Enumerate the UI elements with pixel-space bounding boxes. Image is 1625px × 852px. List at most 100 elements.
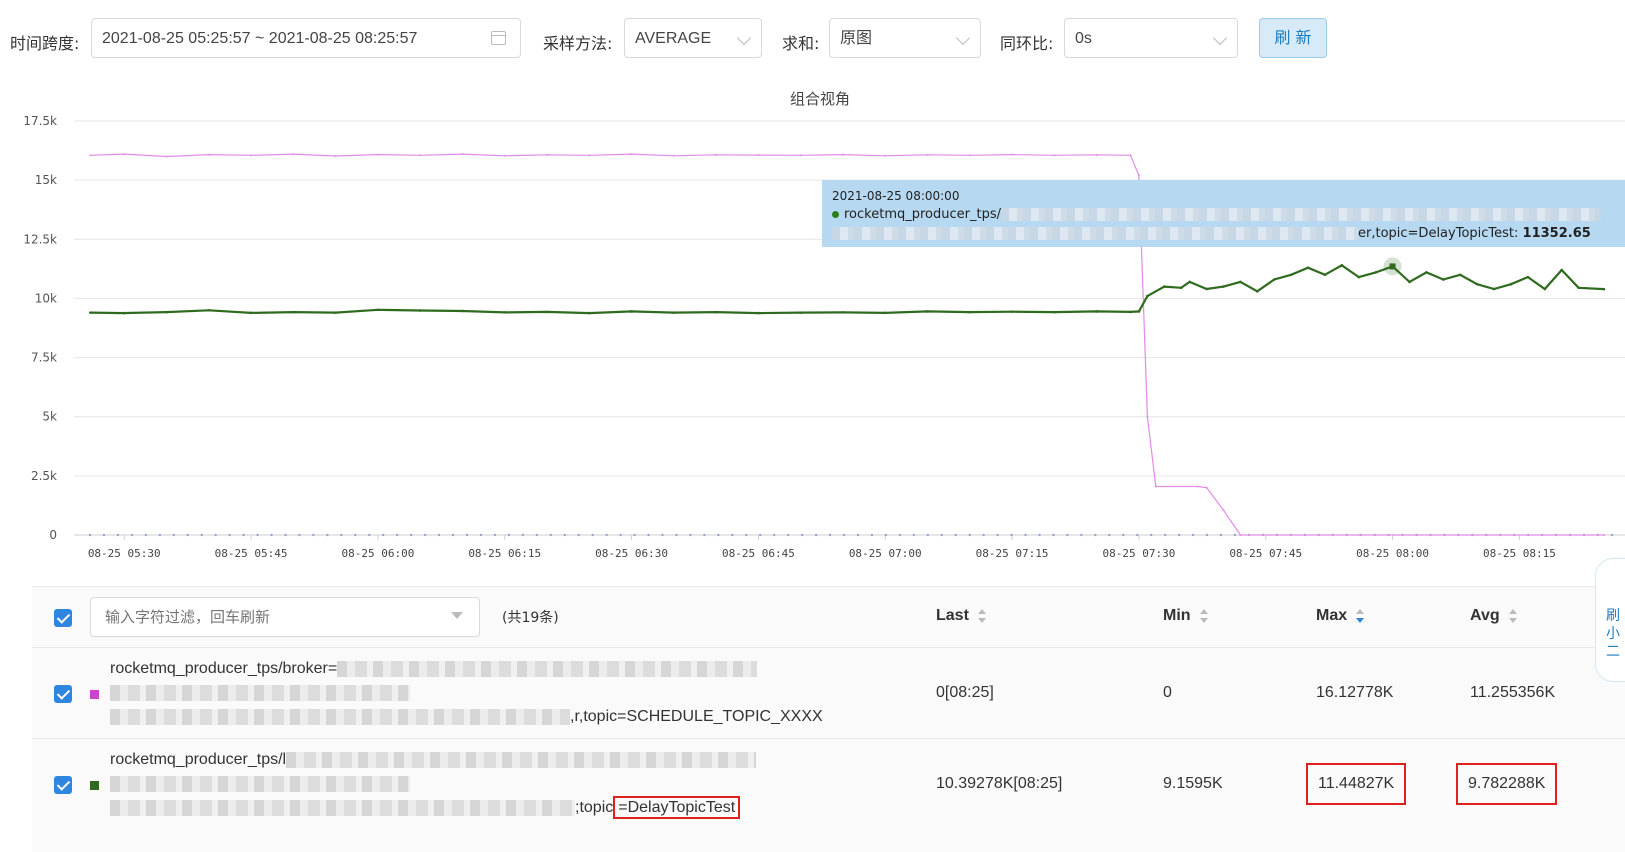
baseline-point	[116, 533, 120, 537]
series-point	[1602, 287, 1606, 291]
series-point	[1543, 287, 1547, 291]
x-tick-label: 08-25 07:45	[1229, 547, 1302, 560]
column-last[interactable]: Last	[936, 607, 986, 625]
baseline-point	[1052, 533, 1055, 537]
table-row[interactable]: rocketmq_producer_tps/l ;topic =DelayTopi…	[32, 738, 1625, 852]
series-point	[545, 310, 549, 314]
filter-input[interactable]	[103, 607, 447, 627]
baseline-point	[200, 533, 203, 537]
filter-input-box[interactable]	[90, 597, 480, 637]
floating-helper-widget[interactable]: 刷 小 二	[1595, 558, 1625, 682]
baseline-point	[1205, 533, 1209, 537]
baseline-point	[1233, 533, 1237, 537]
sort-icon[interactable]	[977, 608, 986, 623]
series-point	[883, 311, 887, 315]
sort-icon[interactable]	[1508, 608, 1517, 623]
baseline-point	[340, 533, 343, 537]
series-color-swatch	[90, 781, 99, 790]
baseline-point	[563, 533, 566, 537]
series-point	[546, 153, 549, 156]
cell-min: 0	[1163, 684, 1172, 701]
baseline-point	[591, 533, 594, 537]
row-checkbox[interactable]	[54, 685, 72, 703]
baseline-point	[130, 533, 134, 537]
tooltip-series-line2: er,topic=DelayTopicTest: 11352.65	[832, 226, 1615, 241]
series-point	[1239, 280, 1242, 284]
yoy-label: 同环比:	[1000, 34, 1054, 53]
filter-icon[interactable]	[451, 612, 463, 619]
series-point	[1179, 286, 1183, 290]
baseline-point	[1094, 533, 1097, 537]
series-point	[461, 153, 464, 156]
sampling-label: 采样方法:	[543, 34, 613, 53]
series-point	[715, 153, 718, 156]
sort-icon[interactable]	[1356, 608, 1365, 623]
baseline-point	[312, 533, 315, 537]
series-point	[1137, 310, 1141, 313]
series-color-swatch	[90, 690, 99, 699]
baseline-point	[856, 533, 860, 537]
refresh-button[interactable]: 刷 新	[1259, 18, 1327, 58]
column-max[interactable]: Max	[1316, 607, 1365, 625]
chevron-down-icon	[955, 30, 971, 46]
baseline-point	[717, 533, 720, 537]
series-point	[1509, 282, 1513, 286]
column-avg[interactable]: Avg	[1470, 607, 1517, 625]
sort-icon[interactable]	[1199, 608, 1208, 623]
y-tick-label: 7.5k	[31, 351, 57, 365]
sum-select[interactable]: 原图	[829, 18, 981, 58]
series-point	[1162, 285, 1166, 288]
baseline-point	[1191, 533, 1195, 537]
series-point	[1475, 282, 1479, 286]
sum-value: 原图	[840, 28, 873, 47]
series-point	[165, 155, 168, 158]
baseline-point	[577, 533, 580, 537]
baseline-point	[703, 533, 706, 537]
series-point	[461, 309, 464, 313]
baseline-point	[214, 533, 217, 537]
baseline-point	[1066, 533, 1069, 537]
y-tick-label: 15k	[35, 173, 57, 187]
series-point	[334, 311, 337, 314]
series-point	[1239, 534, 1242, 536]
series-point	[419, 154, 422, 157]
table-row[interactable]: rocketmq_producer_tps/broker= ,r,topic=S…	[32, 647, 1625, 739]
baseline-point	[1150, 533, 1153, 537]
baseline-point	[493, 533, 497, 537]
series-name: rocketmq_producer_tps/l ;topic =DelayTopi…	[110, 748, 870, 820]
y-tick-label: 5k	[42, 410, 57, 424]
series-point	[1272, 278, 1276, 281]
series-point	[841, 311, 845, 314]
sum-label: 求和:	[782, 34, 820, 53]
column-min[interactable]: Min	[1163, 607, 1208, 625]
series-point	[1010, 310, 1014, 313]
series-point	[418, 309, 422, 312]
highlight-box: =DelayTopicTest	[613, 796, 741, 819]
series-point	[334, 155, 337, 158]
sampling-select[interactable]: AVERAGE	[624, 18, 762, 58]
baseline-point	[1024, 533, 1027, 537]
y-tick-label: 17.5k	[23, 114, 57, 128]
series-point	[89, 311, 92, 314]
baseline-point	[1080, 533, 1083, 537]
baseline-point	[926, 533, 929, 537]
yoy-select[interactable]: 0s	[1064, 18, 1238, 58]
baseline-point	[1108, 533, 1111, 537]
time-range-picker[interactable]: 2021-08-25 05:25:57 ~ 2021-08-25 08:25:5…	[91, 18, 521, 58]
row-checkbox[interactable]	[54, 776, 72, 794]
x-tick-label: 08-25 07:00	[849, 547, 922, 560]
line-chart[interactable]: 0 2.5k 5k 7.5k 10k 12.5k 15k 17.5k 08-25 05:30 08…	[0, 105, 1625, 565]
legend-header: (共19条) Last Min Max Avg	[32, 587, 1625, 647]
baseline-point	[689, 533, 692, 537]
series-point	[799, 154, 802, 157]
baseline-point	[800, 533, 804, 537]
baseline-point	[326, 533, 329, 537]
hover-point	[1389, 263, 1396, 270]
series-point	[672, 311, 676, 314]
select-all-checkbox[interactable]	[54, 609, 72, 627]
baseline-point	[535, 533, 539, 537]
baseline-point	[158, 533, 162, 537]
series-point	[1602, 534, 1605, 536]
baseline-point	[633, 533, 636, 537]
baseline-point	[870, 533, 874, 537]
